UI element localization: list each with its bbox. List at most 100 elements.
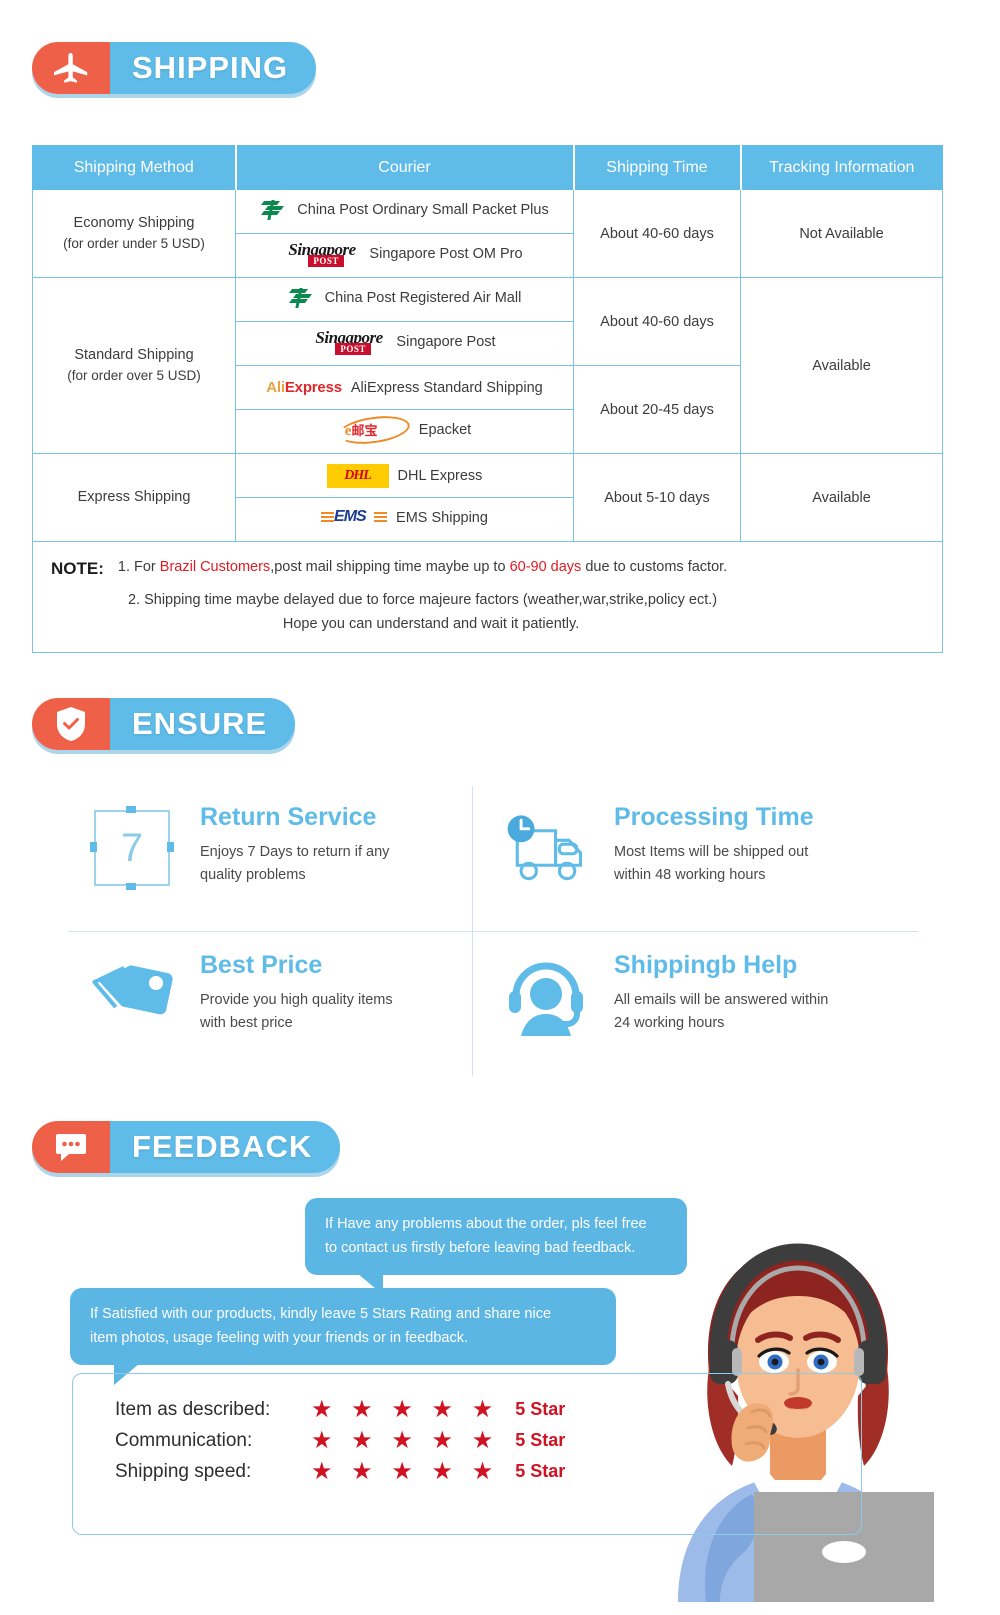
courier-label: Singapore Post	[396, 333, 496, 350]
rating-value: 5 Star	[515, 1461, 566, 1481]
shipping-section-title: SHIPPING	[110, 42, 317, 94]
courier-label: DHL Express	[397, 467, 483, 484]
truck-clock-icon	[500, 804, 592, 886]
shipping-time-express: About 5-10 days	[573, 453, 741, 542]
five-stars-icon: ★ ★ ★ ★ ★	[311, 1458, 500, 1485]
ensure-title: Shippingb Help	[614, 951, 798, 979]
feedback-section-banner: FEEDBACK	[32, 1121, 341, 1173]
note-line1-part-a: 1. For	[117, 559, 160, 575]
feedback-section-title: FEEDBACK	[110, 1121, 341, 1173]
courier-cell: DHL DHL Express	[235, 453, 574, 498]
ensure-section-banner: ENSURE	[32, 698, 296, 750]
method-economy-shipping: Economy Shipping (for order under 5 USD)	[32, 189, 236, 278]
ensure-desc-line2: within 48 working hours	[614, 866, 766, 883]
courier-cell: AliExpress AliExpress Standard Shipping	[235, 365, 574, 410]
note-line-3: Hope you can understand and wait it pati…	[282, 615, 580, 632]
table-row: Standard Shipping (for order over 5 USD)…	[32, 277, 943, 454]
method-express-shipping: Express Shipping	[32, 453, 236, 542]
shipping-time-economy: About 40-60 days	[573, 189, 741, 278]
chat-bubble-icon	[32, 1121, 110, 1173]
ensure-desc-line1: All emails will be answered within	[614, 991, 829, 1008]
shield-check-icon	[32, 698, 110, 750]
table-note-row: NOTE: 1. For Brazil Customers,post mail …	[32, 540, 943, 654]
method-name: Economy Shipping	[73, 214, 195, 231]
rating-value: 5 Star	[515, 1399, 566, 1419]
ensure-desc-line1: Most Items will be shipped out	[614, 843, 809, 860]
feedback-bubble-problems: If Have any problems about the order, pl…	[305, 1198, 687, 1275]
shipping-time-standard-epacket: About 20-45 days	[573, 365, 741, 454]
shipping-section-banner: SHIPPING	[32, 42, 317, 94]
tracking-express: Available	[740, 453, 943, 542]
return-days-number: 7	[120, 825, 144, 870]
note-line1-part-c: due to customs factor.	[581, 559, 728, 575]
ensure-title: Return Service	[200, 803, 377, 831]
bubble1-line2: to contact us firstly before leaving bad…	[325, 1240, 636, 1257]
courier-cell: e邮宝 Epacket	[235, 409, 574, 454]
bubble1-line1: If Have any problems about the order, pl…	[325, 1216, 647, 1232]
courier-cell: EMS EMS Shipping	[235, 497, 574, 542]
method-sub: (for order under 5 USD)	[63, 236, 205, 252]
china-post-logo	[260, 198, 288, 222]
rating-row-shipping-speed: Shipping speed: ★ ★ ★ ★ ★ 5 Star	[115, 1456, 565, 1487]
ensure-desc-line1: Enjoys 7 Days to return if any	[200, 843, 390, 860]
ensure-item-processing-time: Processing Time Most Items will be shipp…	[500, 803, 814, 887]
bubble2-line1: If Satisfied with our products, kindly l…	[90, 1306, 552, 1322]
ensure-item-shipping-help: Shippingb Help All emails will be answer…	[500, 951, 829, 1038]
courier-label: Epacket	[418, 421, 472, 438]
tracking-economy: Not Available	[740, 189, 943, 278]
header-courier: Courier	[234, 145, 575, 190]
ensure-desc-line1: Provide you high quality items	[200, 991, 393, 1008]
note-line1-highlight-days: 60-90 days	[509, 559, 582, 575]
bubble2-line2: item photos, usage feeling with your fri…	[90, 1330, 469, 1347]
feedback-bubble-satisfied: If Satisfied with our products, kindly l…	[70, 1288, 616, 1385]
epacket-logo: e邮宝	[336, 411, 412, 448]
courier-cell: China Post Registered Air Mall	[235, 277, 574, 322]
ensure-title: Processing Time	[614, 803, 814, 831]
rating-row-communication: Communication: ★ ★ ★ ★ ★ 5 Star	[115, 1425, 565, 1456]
method-name: Express Shipping	[77, 488, 191, 505]
note-line1-part-b: ,post mail shipping time maybe up to	[270, 559, 510, 575]
courier-label: AliExpress Standard Shipping	[350, 379, 543, 396]
rating-card: Item as described: ★ ★ ★ ★ ★ 5 Star Comm…	[72, 1373, 862, 1535]
ensure-feature-grid: 7 Return Service Enjoys 7 Days to return…	[68, 786, 918, 1076]
tracking-standard: Available	[740, 277, 943, 454]
shipping-note: NOTE: 1. For Brazil Customers,post mail …	[32, 540, 943, 654]
courier-cell: Singapore POST Singapore Post OM Pro	[235, 233, 574, 278]
method-sub: (for order over 5 USD)	[67, 368, 201, 384]
note-line1-highlight-brazil: Brazil Customers	[159, 559, 271, 575]
rating-value: 5 Star	[515, 1430, 566, 1450]
courier-cell: Singapore POST Singapore Post	[235, 321, 574, 366]
ensure-item-best-price: Best Price Provide you high quality item…	[86, 951, 393, 1038]
grid-horizontal-divider	[68, 931, 918, 932]
courier-label: China Post Registered Air Mall	[324, 289, 522, 306]
five-stars-icon: ★ ★ ★ ★ ★	[311, 1427, 500, 1454]
method-standard-shipping: Standard Shipping (for order over 5 USD)	[32, 277, 236, 454]
airplane-icon	[32, 42, 110, 94]
shipping-table: Shipping Method Courier Shipping Time Tr…	[32, 145, 943, 654]
rating-row-item-as-described: Item as described: ★ ★ ★ ★ ★ 5 Star	[115, 1394, 565, 1425]
ensure-desc-line2: quality problems	[200, 866, 306, 883]
courier-label: Singapore Post OM Pro	[369, 245, 523, 262]
note-line-1: 1. For Brazil Customers,post mail shippi…	[118, 556, 727, 579]
rating-label: Shipping speed:	[115, 1460, 252, 1482]
table-row: Express Shipping DHL DHL Express About 5…	[32, 453, 943, 542]
aliexpress-logo: AliExpress	[266, 379, 342, 396]
method-name: Standard Shipping	[74, 346, 194, 363]
ensure-section-title: ENSURE	[110, 698, 296, 750]
singapore-post-logo: Singapore POST	[288, 239, 356, 267]
price-tag-icon	[86, 952, 178, 1038]
header-tracking-information: Tracking Information	[739, 145, 943, 190]
rating-label: Communication:	[115, 1429, 253, 1451]
rating-label: Item as described:	[115, 1398, 271, 1420]
courier-cell: China Post Ordinary Small Packet Plus	[235, 189, 574, 234]
ensure-item-return-service: 7 Return Service Enjoys 7 Days to return…	[86, 803, 390, 890]
singapore-post-logo: Singapore POST	[315, 327, 383, 355]
note-title: NOTE:	[51, 559, 104, 578]
ensure-desc-line2: with best price	[200, 1014, 293, 1031]
note-line-2: 2. Shipping time maybe delayed due to fo…	[127, 592, 718, 609]
ensure-desc-line2: 24 working hours	[614, 1014, 725, 1031]
ems-logo: EMS	[321, 507, 388, 529]
china-post-logo	[288, 286, 316, 310]
five-stars-icon: ★ ★ ★ ★ ★	[311, 1396, 500, 1423]
header-shipping-method: Shipping Method	[32, 145, 237, 190]
